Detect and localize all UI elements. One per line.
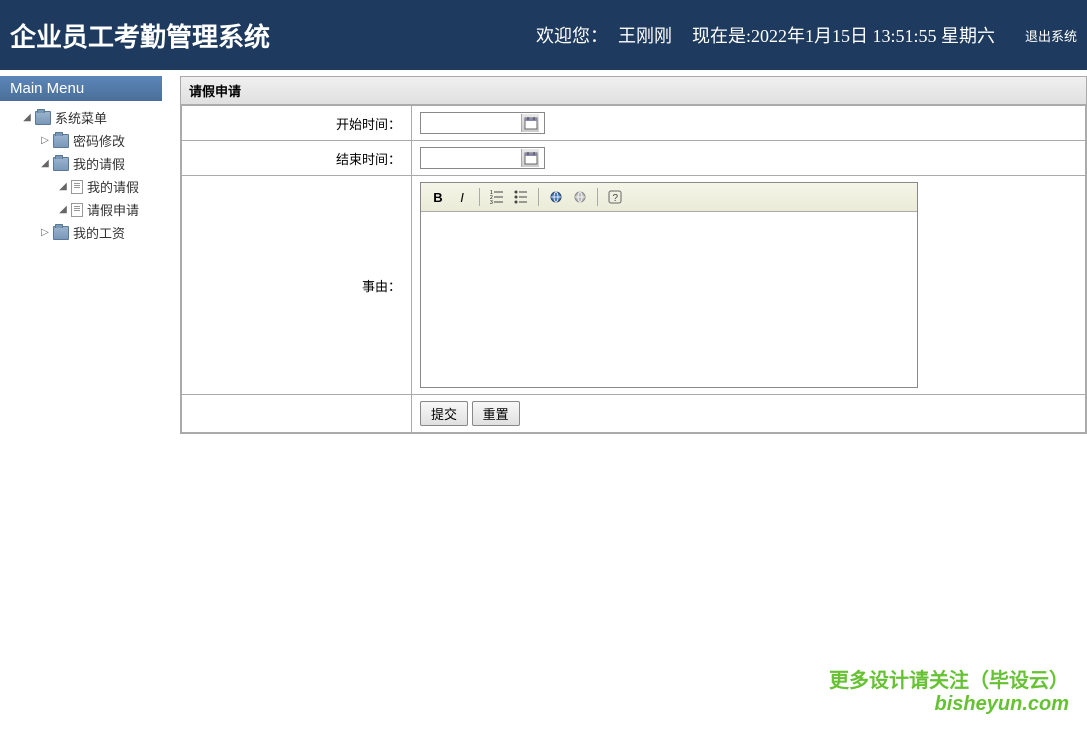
watermark-text: 更多设计请关注（毕设云） — [829, 664, 1069, 693]
svg-text:?: ? — [613, 193, 619, 204]
help-button[interactable]: ? — [604, 187, 626, 207]
end-time-input[interactable] — [421, 149, 521, 167]
tree-root[interactable]: ◢ 系统菜单 — [3, 106, 159, 129]
end-time-label: 结束时间： — [182, 141, 412, 176]
username: 王刚刚 — [618, 22, 672, 48]
calendar-icon[interactable] — [521, 114, 539, 132]
italic-button[interactable]: I — [451, 187, 473, 207]
tree-item-leave-apply[interactable]: ◢ 请假申请 — [3, 198, 159, 221]
rich-editor: B I 123 — [420, 182, 918, 388]
start-time-field[interactable] — [420, 112, 545, 134]
tree-item-password[interactable]: ▷ 密码修改 — [3, 129, 159, 152]
editor-body[interactable] — [421, 212, 917, 387]
unlink-button[interactable] — [569, 187, 591, 207]
expand-icon: ◢ — [39, 158, 51, 170]
actions-row: 提交 重置 — [182, 395, 1086, 433]
ordered-list-button[interactable]: 123 — [486, 187, 508, 207]
panel-title: 请假申请 — [181, 77, 1086, 105]
bold-button[interactable]: B — [427, 187, 449, 207]
watermark-url: bisheyun.com — [829, 693, 1069, 716]
start-time-input[interactable] — [421, 114, 521, 132]
app-title: 企业员工考勤管理系统 — [10, 17, 270, 54]
header-info: 欢迎您： 王刚刚 现在是:2022年1月15日 13:51:55 星期六 退出系… — [536, 22, 1077, 48]
editor-toolbar: B I 123 — [421, 183, 917, 212]
app-header: 企业员工考勤管理系统 欢迎您： 王刚刚 现在是:2022年1月15日 13:51… — [0, 0, 1087, 70]
expand-icon: ▷ — [39, 227, 51, 239]
form-panel: 请假申请 开始时间： 结束时间： — [180, 76, 1087, 434]
folder-icon — [53, 157, 69, 171]
form-table: 开始时间： 结束时间： — [181, 105, 1086, 433]
toolbar-separator — [479, 188, 480, 206]
start-time-row: 开始时间： — [182, 106, 1086, 141]
expand-icon: ◢ — [21, 112, 33, 124]
unordered-list-button[interactable] — [510, 187, 532, 207]
welcome-label: 欢迎您： — [536, 22, 608, 48]
tree-item-label: 密码修改 — [73, 131, 125, 150]
watermark: 更多设计请关注（毕设云） bisheyun.com — [829, 664, 1069, 716]
sidebar: Main Menu ◢ 系统菜单 ▷ 密码修改 ◢ 我的请假 ◢ 我的请假 — [0, 76, 162, 434]
reason-row: 事由： B I 123 — [182, 176, 1086, 395]
tree-item-salary[interactable]: ▷ 我的工资 — [3, 221, 159, 244]
main-content: 请假申请 开始时间： 结束时间： — [162, 76, 1087, 434]
tree-item-leave[interactable]: ◢ 我的请假 — [3, 152, 159, 175]
expand-icon: ◢ — [57, 181, 69, 193]
datetime: 现在是:2022年1月15日 13:51:55 星期六 — [692, 22, 995, 48]
tree-item-label: 请假申请 — [87, 200, 139, 219]
tree-item-label: 我的请假 — [87, 177, 139, 196]
submit-button[interactable]: 提交 — [420, 401, 468, 426]
toolbar-separator — [597, 188, 598, 206]
nav-tree: ◢ 系统菜单 ▷ 密码修改 ◢ 我的请假 ◢ 我的请假 ◢ — [0, 101, 162, 249]
folder-icon — [35, 111, 51, 125]
expand-icon: ◢ — [57, 204, 69, 216]
folder-icon — [53, 226, 69, 240]
calendar-icon[interactable] — [521, 149, 539, 167]
end-time-field[interactable] — [420, 147, 545, 169]
start-time-label: 开始时间： — [182, 106, 412, 141]
file-icon — [71, 203, 83, 217]
tree-item-label: 我的工资 — [73, 223, 125, 242]
toolbar-separator — [538, 188, 539, 206]
sidebar-title: Main Menu — [0, 76, 162, 101]
reason-textarea[interactable] — [421, 212, 917, 384]
tree-item-label: 我的请假 — [73, 154, 125, 173]
end-time-row: 结束时间： — [182, 141, 1086, 176]
link-button[interactable] — [545, 187, 567, 207]
reset-button[interactable]: 重置 — [472, 401, 520, 426]
folder-icon — [53, 134, 69, 148]
logout-link[interactable]: 退出系统 — [1025, 26, 1077, 45]
file-icon — [71, 180, 83, 194]
reason-label: 事由： — [182, 176, 412, 395]
tree-item-my-leave[interactable]: ◢ 我的请假 — [3, 175, 159, 198]
tree-root-label: 系统菜单 — [55, 108, 107, 127]
expand-icon: ▷ — [39, 135, 51, 147]
svg-text:3: 3 — [490, 200, 493, 205]
